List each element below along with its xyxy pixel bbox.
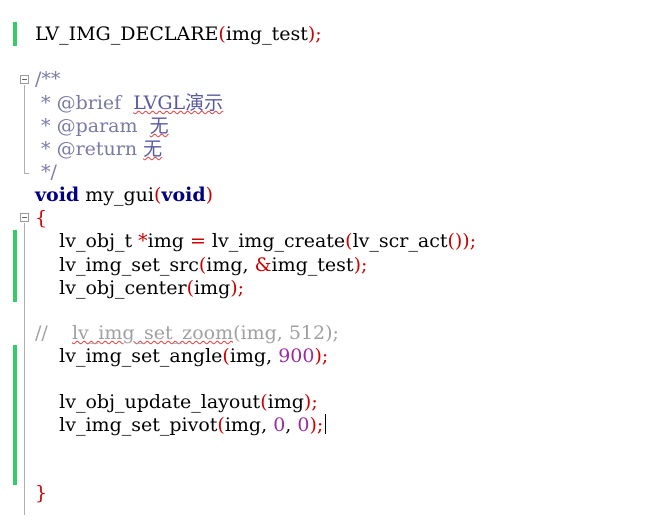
- code-token: (: [218, 23, 226, 45]
- code-token: &: [254, 254, 272, 276]
- code-token: img,: [206, 254, 255, 276]
- code-token: ;: [311, 391, 318, 413]
- code-token: img,: [229, 345, 279, 367]
- code-token: lv_img_set_angle: [59, 345, 223, 367]
- code-token: lv_img_set_src: [59, 254, 199, 276]
- code-token: 无: [149, 115, 169, 137]
- code-token: 0: [297, 414, 310, 436]
- code-token: ;: [316, 414, 324, 436]
- code-token: LVGL演示: [133, 92, 224, 114]
- code-token: ;: [315, 23, 322, 45]
- change-marker: [13, 230, 17, 302]
- code-line[interactable]: lv_img_set_pivot(img, 0, 0);: [35, 414, 327, 437]
- code-token: @param: [56, 115, 138, 137]
- code-token: (: [222, 345, 230, 367]
- code-token: *: [35, 115, 57, 137]
- code-token: lv_scr_act: [352, 230, 448, 252]
- code-editor[interactable]: LV_IMG_DECLARE(img_test); /** * @brief L…: [0, 0, 649, 524]
- code-token: ;: [469, 230, 477, 252]
- code-token: img: [193, 277, 231, 299]
- code-line[interactable]: lv_obj_update_layout(img);: [35, 391, 318, 414]
- code-token: */: [35, 161, 57, 183]
- code-token: ;: [321, 345, 329, 367]
- code-token: lv_obj_center: [59, 277, 187, 299]
- code-token: (: [260, 391, 268, 413]
- code-token: ): [230, 277, 238, 299]
- code-line[interactable]: * @brief LVGL演示: [35, 92, 223, 115]
- code-token: 900: [278, 345, 315, 367]
- code-line[interactable]: lv_img_set_angle(img, 900);: [35, 345, 328, 368]
- code-token: lv_img_set_zoom: [71, 322, 234, 344]
- code-token: ;: [237, 277, 245, 299]
- code-token: {: [35, 207, 48, 229]
- code-token: ): [462, 230, 470, 252]
- code-token: //: [35, 322, 48, 344]
- code-token: *: [35, 138, 57, 160]
- fold-toggle-icon[interactable]: [20, 75, 29, 84]
- code-token: (: [345, 230, 353, 252]
- code-line[interactable]: // lv_img_set_zoom(img, 512);: [35, 322, 339, 345]
- code-token: }: [35, 482, 48, 504]
- code-token: img: [147, 230, 190, 252]
- code-token: void: [161, 184, 206, 206]
- code-token: my_gui: [79, 184, 154, 206]
- code-token: img,: [224, 414, 274, 436]
- code-token: 无: [143, 138, 163, 160]
- code-token: ): [353, 254, 361, 276]
- code-token: ;: [360, 254, 368, 276]
- code-token: @brief: [56, 92, 122, 114]
- code-token: void: [35, 184, 80, 206]
- code-line[interactable]: */: [35, 161, 57, 184]
- code-token: (: [217, 414, 225, 436]
- text-cursor: [325, 414, 327, 434]
- fold-guide: [24, 85, 25, 173]
- code-token: @return: [56, 138, 138, 160]
- code-token: ): [309, 414, 317, 436]
- change-marker: [13, 345, 17, 485]
- code-line[interactable]: lv_img_set_src(img, &img_test);: [35, 254, 367, 277]
- code-token: /**: [35, 68, 61, 90]
- code-token: ): [314, 345, 322, 367]
- code-token: lv_img_create: [205, 230, 346, 252]
- code-line[interactable]: }: [35, 482, 47, 505]
- editor-gutter: [0, 0, 30, 524]
- code-line[interactable]: lv_obj_center(img);: [35, 277, 244, 300]
- code-line[interactable]: * @param 无: [35, 115, 169, 138]
- code-token: *: [138, 230, 148, 252]
- code-token: LV_IMG_DECLARE: [35, 23, 219, 45]
- code-line[interactable]: void my_gui(void): [35, 184, 213, 207]
- code-token: (img, 512);: [233, 322, 339, 344]
- code-token: ): [205, 184, 214, 206]
- fold-guide: [24, 223, 25, 515]
- code-token: ,: [285, 414, 298, 436]
- code-token: img_test: [271, 254, 354, 276]
- code-line[interactable]: /**: [35, 68, 60, 91]
- code-token: *: [35, 92, 57, 114]
- fold-toggle-icon[interactable]: [20, 213, 29, 222]
- code-token: (: [186, 277, 194, 299]
- fold-guide-end: [24, 173, 29, 174]
- code-token: img: [267, 391, 304, 413]
- code-token: img_test: [225, 23, 308, 45]
- code-token: lv_obj_t: [59, 230, 139, 252]
- code-token: (): [447, 230, 463, 252]
- code-line[interactable]: LV_IMG_DECLARE(img_test);: [35, 23, 322, 46]
- code-token: =: [189, 230, 206, 252]
- code-token: 0: [273, 414, 286, 436]
- code-line[interactable]: * @return 无: [35, 138, 162, 161]
- change-marker: [13, 22, 17, 46]
- code-line[interactable]: {: [35, 207, 47, 230]
- code-line[interactable]: lv_obj_t *img = lv_img_create(lv_scr_act…: [35, 230, 476, 253]
- code-token: lv_img_set_pivot: [59, 414, 218, 436]
- code-token: lv_obj_update_layout: [59, 391, 261, 413]
